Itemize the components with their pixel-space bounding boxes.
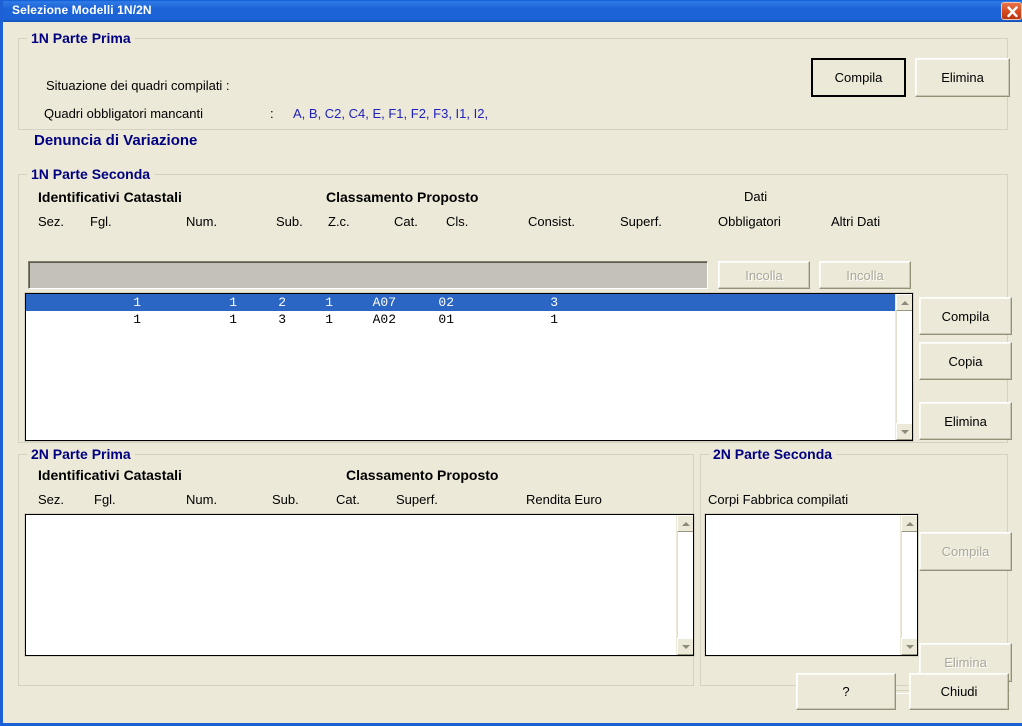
col-header-sez-1n: Sez. <box>38 214 65 229</box>
col-header-rendita-euro-2n: Rendita Euro <box>526 492 602 507</box>
scroll-down-icon[interactable] <box>896 423 912 440</box>
compila-1n-seconda-button[interactable]: Compila <box>919 297 1012 335</box>
col-header-consist-1n: Consist. <box>528 214 575 229</box>
page-subtitle: Denuncia di Variazione <box>34 132 198 149</box>
cell-consist: 3 <box>550 295 558 310</box>
cell-fgl: 1 <box>133 295 141 310</box>
col-header-sub-2n: Sub. <box>272 492 299 507</box>
compila-1n-prima-button[interactable]: Compila <box>811 58 906 97</box>
cell-sub: 3 <box>278 312 286 327</box>
copia-1n-seconda-button[interactable]: Copia <box>919 342 1012 380</box>
incolla-dati-obbligatori-button[interactable]: Incolla <box>718 261 810 289</box>
cell-cat: A02 <box>372 312 396 327</box>
col-header-num-2n: Num. <box>186 492 218 507</box>
col-header-cat-1n: Cat. <box>394 214 418 229</box>
scroll-down-icon[interactable] <box>901 638 917 655</box>
cell-cls: 02 <box>438 295 454 310</box>
col-header-cls-1n: Cls. <box>446 214 469 229</box>
corpi-fabbrica-listbox[interactable] <box>704 513 919 657</box>
elimina-1n-seconda-button[interactable]: Elimina <box>919 402 1012 440</box>
title-bar: Selezione Modelli 1N/2N <box>3 0 1022 22</box>
scroll-up-icon[interactable] <box>896 294 912 311</box>
cell-cls: 01 <box>438 312 454 327</box>
cell-fgl: 1 <box>133 312 141 327</box>
dati-obbligatori-header-line2: Obbligatori <box>718 214 781 229</box>
cell-num: 1 <box>229 312 237 327</box>
scroll-up-icon[interactable] <box>901 515 917 532</box>
scrollbar-track[interactable] <box>896 311 912 423</box>
quadri-mancanti-value: A, B, C2, C4, E, F1, F2, F3, I1, I2, <box>293 106 489 121</box>
identificativi-catastali-header-2n: Identificativi Catastali <box>38 467 182 483</box>
altri-dati-header: Altri Dati <box>831 214 881 229</box>
modelli-1n-scrollbar[interactable] <box>895 294 912 440</box>
group-1n-parte-seconda-caption: 1N Parte Seconda <box>27 166 155 182</box>
cell-zc: 1 <box>325 295 333 310</box>
group-2n-parte-seconda-caption: 2N Parte Seconda <box>709 446 837 462</box>
corpi-fabbrica-scrollbar[interactable] <box>900 515 917 655</box>
client-area: 1N Parte Prima Situazione dei quadri com… <box>6 22 1022 723</box>
scrollbar-track[interactable] <box>677 532 693 638</box>
modelli-2n-prima-scrollbar[interactable] <box>676 515 693 655</box>
situazione-quadri-label: Situazione dei quadri compilati : <box>46 78 230 93</box>
incolla-altri-dati-button[interactable]: Incolla <box>819 261 911 289</box>
window-title: Selezione Modelli 1N/2N <box>12 3 152 17</box>
col-header-fgl-1n: Fgl. <box>90 214 112 229</box>
col-header-zc-1n: Z.c. <box>328 214 350 229</box>
col-header-sub-1n: Sub. <box>276 214 303 229</box>
col-header-cat-2n: Cat. <box>336 492 360 507</box>
scrollbar-track[interactable] <box>901 532 917 638</box>
paste-target-input[interactable] <box>28 261 708 289</box>
help-button[interactable]: ? <box>796 673 896 710</box>
col-header-superf-1n: Superf. <box>620 214 662 229</box>
cell-consist: 1 <box>550 312 558 327</box>
table-row[interactable]: 1 1 3 1 A02 01 1 <box>26 311 912 328</box>
classamento-proposto-header-1n: Classamento Proposto <box>326 189 479 205</box>
scroll-up-icon[interactable] <box>677 515 693 532</box>
dialog-window: Selezione Modelli 1N/2N 1N Parte Prima S… <box>0 0 1022 726</box>
cell-sub: 2 <box>278 295 286 310</box>
col-header-num-1n: Num. <box>186 214 218 229</box>
classamento-proposto-header-2n: Classamento Proposto <box>346 467 499 483</box>
dati-obbligatori-header-line1: Dati <box>744 189 768 204</box>
col-header-superf-2n: Superf. <box>396 492 438 507</box>
cell-zc: 1 <box>325 312 333 327</box>
identificativi-catastali-header-1n: Identificativi Catastali <box>38 189 182 205</box>
scroll-down-icon[interactable] <box>677 638 693 655</box>
modelli-1n-rows: 1 1 2 1 A07 02 3 1 1 3 1 A02 01 1 <box>26 294 912 328</box>
col-header-sez-2n: Sez. <box>38 492 65 507</box>
table-row[interactable]: 1 1 2 1 A07 02 3 <box>26 294 912 311</box>
compila-2n-seconda-button[interactable]: Compila <box>919 532 1012 571</box>
chiudi-button[interactable]: Chiudi <box>909 673 1009 710</box>
group-2n-parte-prima-caption: 2N Parte Prima <box>27 446 135 462</box>
corpi-fabbrica-label: Corpi Fabbrica compilati <box>708 492 849 507</box>
modelli-2n-prima-listbox[interactable] <box>24 513 695 657</box>
cell-cat: A07 <box>372 295 396 310</box>
modelli-1n-listbox[interactable]: 1 1 2 1 A07 02 3 1 1 3 1 A02 01 1 <box>24 292 914 442</box>
elimina-1n-prima-button[interactable]: Elimina <box>915 58 1010 97</box>
cell-num: 1 <box>229 295 237 310</box>
close-icon[interactable] <box>1001 2 1022 20</box>
group-1n-parte-prima-caption: 1N Parte Prima <box>27 30 135 46</box>
quadri-mancanti-colon: : <box>270 106 274 121</box>
col-header-fgl-2n: Fgl. <box>94 492 116 507</box>
quadri-mancanti-label: Quadri obbligatori mancanti <box>44 106 203 121</box>
